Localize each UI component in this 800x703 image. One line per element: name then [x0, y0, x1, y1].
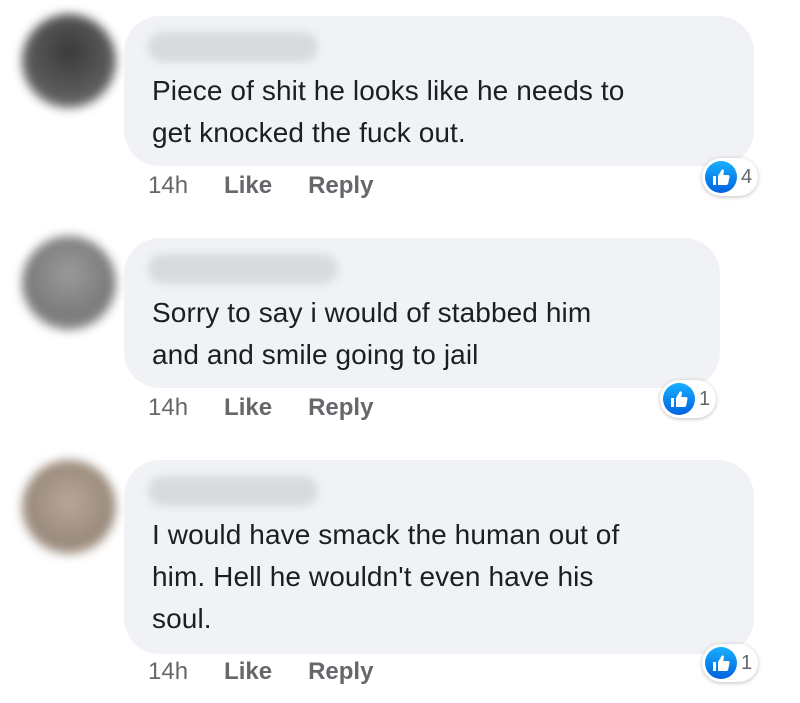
- comment-actions: 14h Like Reply: [148, 172, 373, 200]
- comment-text: Piece of shit he looks like he needs to …: [152, 75, 625, 148]
- like-button[interactable]: Like: [224, 658, 272, 686]
- comment-bubble: I would have smack the human out of him.…: [124, 460, 754, 654]
- thumbs-up-icon: [705, 161, 737, 193]
- avatar[interactable]: [22, 236, 116, 330]
- thumbs-up-icon: [705, 647, 737, 679]
- comment-actions: 14h Like Reply: [148, 394, 373, 422]
- comment-actions: 14h Like Reply: [148, 658, 373, 686]
- timestamp[interactable]: 14h: [148, 394, 188, 422]
- timestamp[interactable]: 14h: [148, 172, 188, 200]
- redacted-author-name[interactable]: [148, 32, 318, 62]
- comment-bubble: Piece of shit he looks like he needs to …: [124, 16, 754, 166]
- like-button[interactable]: Like: [224, 172, 272, 200]
- reply-button[interactable]: Reply: [308, 658, 373, 686]
- comment-text: Sorry to say i would of stabbed him and …: [152, 297, 592, 370]
- reply-button[interactable]: Reply: [308, 172, 373, 200]
- like-button[interactable]: Like: [224, 394, 272, 422]
- reaction-count: 1: [699, 387, 711, 410]
- reaction-badge[interactable]: 1: [702, 644, 759, 682]
- reaction-count: 4: [741, 165, 753, 188]
- comment-bubble: Sorry to say i would of stabbed him and …: [124, 238, 720, 388]
- reply-button[interactable]: Reply: [308, 394, 373, 422]
- reaction-badge[interactable]: 4: [702, 158, 759, 196]
- redacted-author-name[interactable]: [148, 476, 318, 506]
- comment-text: I would have smack the human out of him.…: [152, 519, 620, 634]
- timestamp[interactable]: 14h: [148, 658, 188, 686]
- reaction-badge[interactable]: 1: [660, 380, 717, 418]
- redacted-author-name[interactable]: [148, 254, 338, 284]
- thumbs-up-icon: [663, 383, 695, 415]
- avatar[interactable]: [22, 14, 116, 108]
- reaction-count: 1: [741, 651, 753, 674]
- avatar[interactable]: [22, 460, 116, 554]
